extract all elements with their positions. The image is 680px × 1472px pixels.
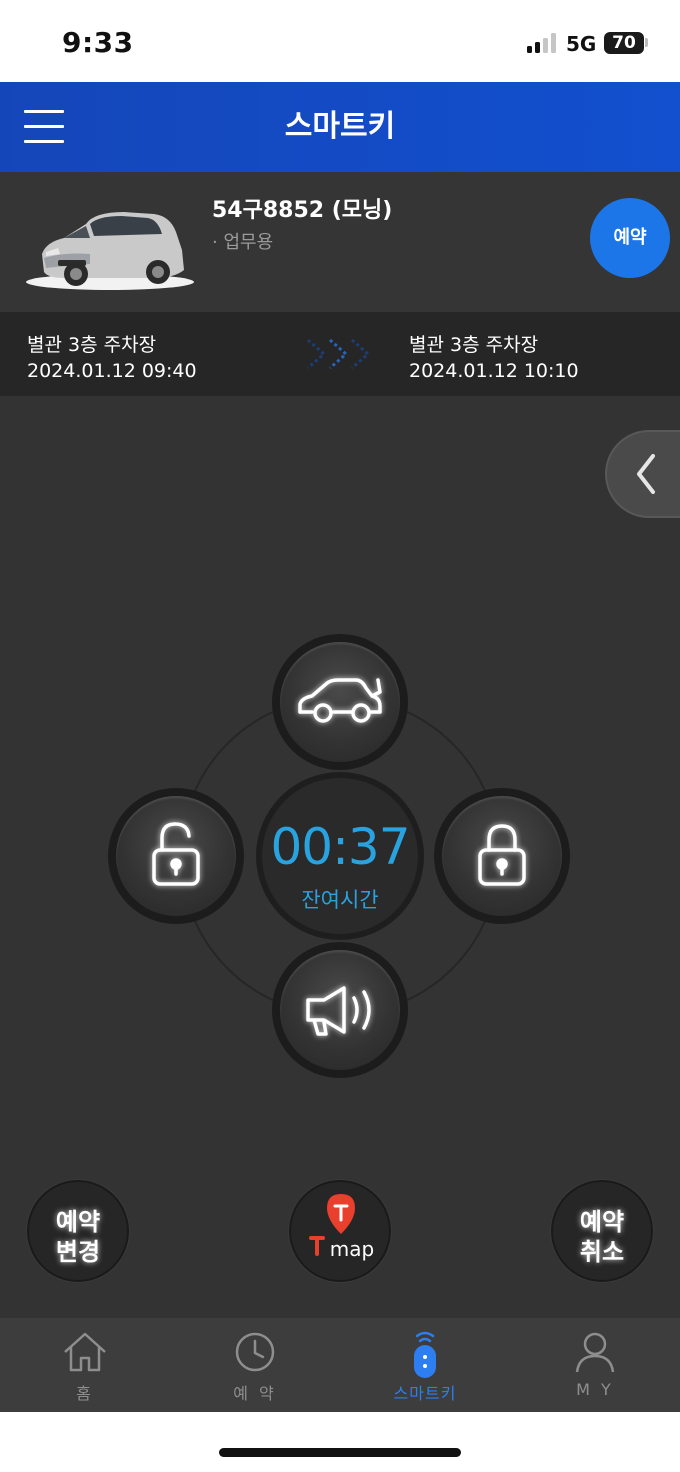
bottom-nav: 홈 예 약 스마트키 M Y <box>0 1318 680 1412</box>
timer-label: 잔여시간 <box>301 888 379 912</box>
route-to-time: 2024.01.12 10:10 <box>409 360 579 382</box>
main-content: 54구8852 (모닝) · 업무용 예약 별관 3층 주차장 2024.01.… <box>0 172 680 1318</box>
car-info-card: 54구8852 (모닝) · 업무용 예약 <box>0 172 680 312</box>
arrow-right-icon <box>307 338 371 370</box>
nav-item-home[interactable]: 홈 <box>0 1318 170 1412</box>
battery-icon: 70 <box>604 32 644 54</box>
page-title: 스마트키 <box>284 109 396 144</box>
nav-label-home: 홈 <box>76 1384 94 1403</box>
tmap-label: map <box>329 1237 375 1261</box>
reserve-button[interactable]: 예약 <box>590 198 670 278</box>
status-bar: 9:33 5G 70 <box>0 0 680 82</box>
tmap-button[interactable]: map <box>289 1180 391 1282</box>
home-indicator-area <box>0 1412 680 1472</box>
home-indicator[interactable] <box>219 1448 461 1457</box>
nav-label-smartkey: 스마트키 <box>393 1384 457 1403</box>
cancel-line2: 취소 <box>579 1238 625 1266</box>
route-from-time: 2024.01.12 09:40 <box>27 360 197 382</box>
timer-value: 00:37 <box>270 818 410 876</box>
lock-button[interactable] <box>434 788 570 924</box>
car-usage: · 업무용 <box>212 232 274 253</box>
tmap-logo-icon <box>309 1194 355 1256</box>
route-from-location: 별관 3층 주차장 <box>27 334 157 356</box>
car-trunk-icon <box>298 678 382 723</box>
cancel-reservation-button[interactable]: 예약 취소 <box>551 1180 653 1282</box>
unlock-icon <box>152 822 200 886</box>
megaphone-icon <box>306 986 371 1036</box>
app-header: 스마트키 <box>0 82 680 172</box>
nav-label-reservation: 예 약 <box>233 1384 277 1403</box>
smartkey-icon <box>414 1331 436 1378</box>
horn-button[interactable] <box>272 942 408 1078</box>
car-image <box>26 212 194 290</box>
unlock-button[interactable] <box>108 788 244 924</box>
remaining-time-display: 00:37 잔여시간 <box>256 772 424 940</box>
status-time: 9:33 <box>62 26 134 59</box>
change-line2: 변경 <box>55 1238 101 1266</box>
user-icon <box>575 1332 615 1373</box>
nav-label-my: M Y <box>576 1380 614 1399</box>
network-type: 5G <box>566 32 597 56</box>
nav-item-my[interactable]: M Y <box>510 1318 680 1412</box>
trunk-button[interactable] <box>272 634 408 770</box>
nav-item-smartkey[interactable]: 스마트키 <box>340 1318 510 1412</box>
car-name: 54구8852 (모닝) <box>212 198 393 223</box>
home-icon <box>64 1332 106 1372</box>
route-bar: 별관 3층 주차장 2024.01.12 09:40 별관 3층 주차장 202… <box>0 312 680 396</box>
clock-icon <box>235 1332 275 1372</box>
nav-item-reservation[interactable]: 예 약 <box>170 1318 340 1412</box>
change-reservation-button[interactable]: 예약 변경 <box>27 1180 129 1282</box>
side-panel-toggle[interactable] <box>605 430 680 518</box>
lock-icon <box>478 824 526 886</box>
battery-cap <box>645 38 648 47</box>
route-to-location: 별관 3층 주차장 <box>409 334 539 356</box>
chevron-left-icon <box>637 454 655 494</box>
signal-icon <box>527 33 559 53</box>
